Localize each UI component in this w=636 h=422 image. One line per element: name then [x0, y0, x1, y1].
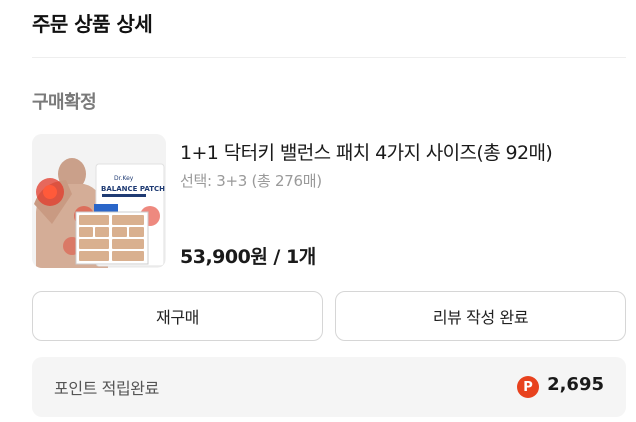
product-image: Dr.Key BALANCE PATCH	[32, 134, 166, 268]
product-name[interactable]: 1+1 닥터키 밸런스 패치 4가지 사이즈(총 92매)	[180, 138, 553, 165]
order-status: 구매확정	[32, 92, 97, 113]
points-summary: 포인트 적립완료 P 2,695	[32, 357, 626, 417]
product-price: 53,900원 / 1개	[180, 246, 316, 268]
point-coin-icon: P	[517, 376, 539, 398]
points-value: 2,695	[547, 374, 604, 395]
header-divider	[32, 57, 626, 58]
package-brand: Dr.Key	[114, 175, 134, 182]
product-option: 선택: 3+3 (총 276매)	[180, 172, 322, 190]
product-thumbnail[interactable]: Dr.Key BALANCE PATCH	[32, 134, 166, 268]
package-title: BALANCE PATCH	[101, 185, 165, 193]
review-complete-button[interactable]: 리뷰 작성 완료	[335, 291, 626, 341]
rebuy-button[interactable]: 재구매	[32, 291, 323, 341]
points-label: 포인트 적립완료	[54, 379, 159, 398]
page-title: 주문 상품 상세	[32, 12, 153, 36]
